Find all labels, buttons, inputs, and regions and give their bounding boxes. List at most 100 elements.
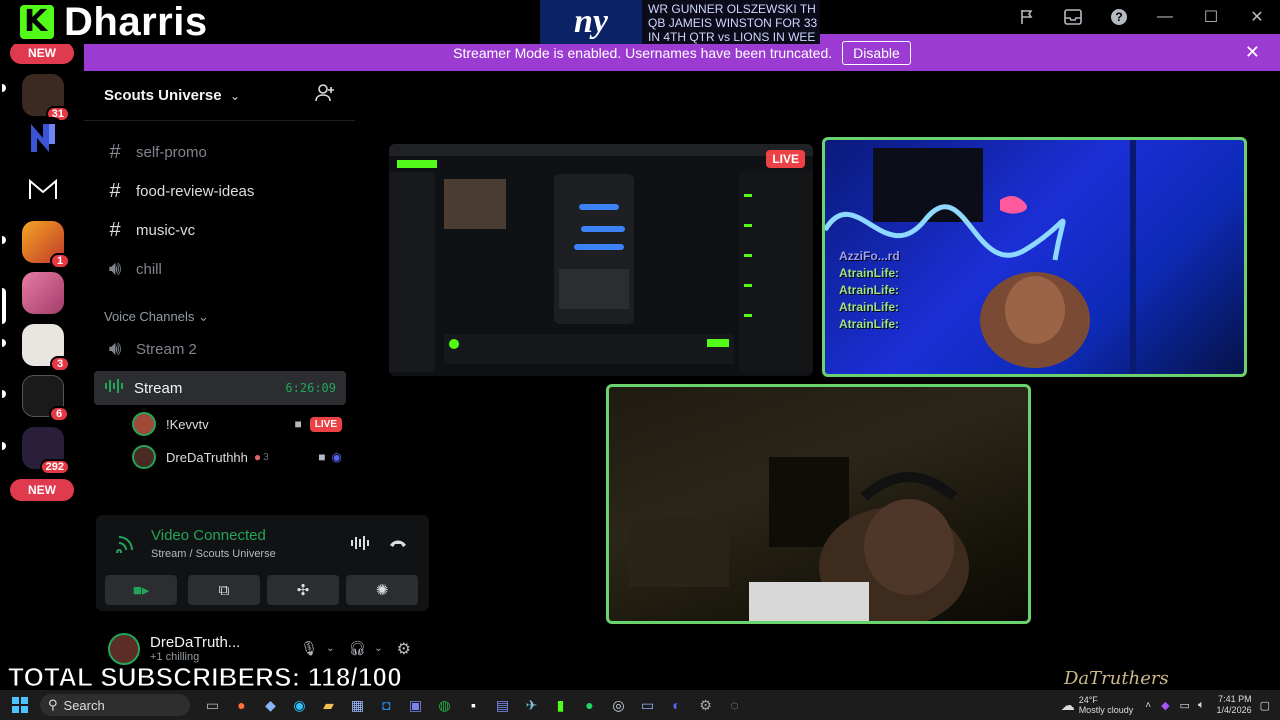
banner-message: Streamer Mode is enabled. Usernames have… (453, 44, 833, 61)
avatar[interactable] (108, 632, 140, 665)
chevron-up-icon[interactable]: ˄ (1145, 700, 1151, 711)
network-icon[interactable]: ▭ (1180, 699, 1190, 712)
server-icon[interactable]: 3 (22, 324, 70, 372)
chevron-down-icon: ⌄ (230, 88, 241, 103)
store-icon[interactable]: ▦ (343, 690, 372, 720)
titlebar-controls: ? — ☐ ✕ (1000, 0, 1280, 34)
app-icon[interactable]: ✈ (517, 690, 546, 720)
time: 7:41 PM (1218, 694, 1252, 704)
edge-icon[interactable]: ◉ (285, 690, 314, 720)
hash-icon: # (109, 179, 121, 202)
spotify-icon[interactable]: ● (575, 690, 604, 720)
voice-user[interactable]: !Kevvtv ■ LIVE (132, 411, 342, 437)
call-duration: 6:26:09 (285, 381, 336, 395)
server-icon[interactable] (22, 272, 64, 314)
unread-dot (2, 84, 6, 92)
ticker-line: QB JAMEIS WINSTON FOR 33 (648, 16, 818, 30)
soundboard-button[interactable]: ✺ (346, 575, 418, 605)
clock[interactable]: 7:41 PM 1/4/2026 (1217, 694, 1252, 716)
voice-category[interactable]: Voice Channels ⌄ (104, 309, 209, 325)
channel-self-promo[interactable]: # self-promo (104, 137, 206, 167)
close-window-icon[interactable]: ✕ (1234, 0, 1280, 34)
new-pill[interactable]: NEW (10, 479, 74, 501)
server-header[interactable]: Scouts Universe ⌄ (84, 71, 355, 121)
channel-stream-active[interactable]: Stream 6:26:09 (94, 371, 346, 405)
gear-icon[interactable]: ⚙︎ (397, 639, 411, 659)
activities-button[interactable]: ✣ (267, 575, 339, 605)
server-icon[interactable] (22, 117, 64, 159)
camera-button[interactable]: ■▸ (105, 575, 177, 605)
server-icon[interactable] (22, 169, 64, 211)
server-name-wrap: Scouts Universe ⌄ (104, 87, 240, 105)
disable-button[interactable]: Disable (842, 40, 911, 65)
server-icon[interactable]: 6 (22, 375, 69, 422)
flag-icon[interactable] (1004, 0, 1050, 34)
user-info[interactable]: DreDaTruth... +1 chilling (150, 634, 240, 663)
inbox-icon[interactable] (1050, 0, 1096, 34)
steam-icon[interactable]: ◎ (604, 690, 633, 720)
new-pill[interactable]: NEW (10, 42, 74, 64)
date: 1/4/2026 (1216, 705, 1252, 715)
chevron-down-icon[interactable]: ⌄ (326, 643, 334, 654)
server-icon[interactable]: 1 (22, 221, 70, 269)
search-icon: ⚲ (48, 697, 58, 712)
screenshare-button[interactable]: ⧉ (188, 575, 260, 605)
notes-icon[interactable]: ▤ (488, 690, 517, 720)
camera-tile[interactable] (606, 384, 1031, 624)
discord-icon[interactable]: ◐ (662, 690, 691, 720)
connection-location[interactable]: Stream / Scouts Universe (151, 548, 276, 560)
noise-suppression-icon[interactable] (350, 535, 370, 556)
server-icon[interactable]: 292 (22, 427, 70, 475)
avatar (132, 412, 156, 436)
copilot-icon[interactable]: ◆ (256, 690, 285, 720)
channel-food-review-ideas[interactable]: # food-review-ideas (104, 176, 254, 206)
teams-icon[interactable]: ▣ (401, 690, 430, 720)
app-tray-icon[interactable]: ◆ (1161, 699, 1169, 712)
username: DreDaTruth... (150, 634, 241, 651)
taskbar-search[interactable]: ⚲ Search (40, 694, 190, 716)
unread-dot (2, 390, 6, 398)
help-icon[interactable]: ? (1096, 0, 1142, 34)
camera-tile[interactable]: AzziFo...rd AtrainLife: AtrainLife: Atra… (822, 137, 1247, 377)
windows-start-icon[interactable] (0, 690, 40, 720)
ticker-text: WR GUNNER OLSZEWSKI TH QB JAMEIS WINSTON… (642, 0, 820, 44)
system-tray: ☁ 24°F Mostly cloudy ˄ ◆ ▭ 🔈︎ 7:41 PM 1/… (1061, 690, 1280, 720)
chevron-down-icon[interactable]: ⌄ (374, 643, 382, 654)
voice-user-name: DreDaTruthhh (166, 449, 248, 465)
minimize-icon[interactable]: — (1142, 0, 1188, 34)
kick-icon[interactable]: ▮ (546, 690, 575, 720)
weather-text: 24°F Mostly cloudy (1079, 695, 1134, 715)
task-view-icon[interactable]: ▭ (198, 690, 227, 720)
app-icon[interactable]: ▭ (633, 690, 662, 720)
server-icon[interactable]: 31 (22, 74, 70, 122)
settings-icon[interactable]: ⚙ (691, 690, 720, 720)
voice-user[interactable]: DreDaTruthhh ● 3 ■ ◉ (132, 444, 342, 470)
notification-icon[interactable]: ▢ (1260, 699, 1270, 712)
close-icon[interactable]: ✕ (1245, 42, 1260, 63)
outlook-icon[interactable]: ◘ (372, 690, 401, 720)
volume-icon[interactable]: 🔈︎ (1198, 699, 1205, 712)
channel-stream-2[interactable]: 🔊︎ Stream 2 (104, 334, 197, 364)
firefox-icon[interactable]: ● (227, 690, 256, 720)
server-rail: NEW 31 1 3 6 292 NEW (0, 34, 84, 670)
xbox-icon[interactable]: ◍ (430, 690, 459, 720)
status-count: 3 (263, 451, 269, 463)
microphone-icon[interactable]: 🎙︎ (300, 640, 318, 657)
voice-active-icon (104, 377, 124, 400)
app-icon[interactable]: ▪ (459, 690, 488, 720)
channel-label: Stream 2 (136, 340, 197, 358)
weather-widget[interactable]: ☁ 24°F Mostly cloudy (1061, 695, 1134, 715)
screenshare-tile[interactable]: LIVE (389, 144, 813, 376)
chevron-down-icon: ⌄ (197, 309, 209, 324)
headphones-icon[interactable]: 🎧︎ (348, 640, 366, 657)
add-member-icon[interactable] (315, 84, 335, 107)
channel-chill[interactable]: 🔊︎ chill (104, 254, 162, 284)
maximize-icon[interactable]: ☐ (1188, 0, 1234, 34)
soundboard-icon: ✺ (375, 582, 389, 599)
file-explorer-icon[interactable]: ▰ (314, 690, 343, 720)
chat-overlay: AzziFo...rd AtrainLife: AtrainLife: Atra… (839, 248, 900, 333)
channel-music-vc[interactable]: # music-vc (104, 215, 195, 245)
windows-taskbar: ⚲ Search ▭ ● ◆ ◉ ▰ ▦ ◘ ▣ ◍ ▪ ▤ ✈ ▮ ● ◎ ▭… (0, 690, 1280, 720)
disconnect-icon[interactable] (388, 535, 408, 554)
app-icon[interactable]: ◌ (720, 690, 749, 720)
